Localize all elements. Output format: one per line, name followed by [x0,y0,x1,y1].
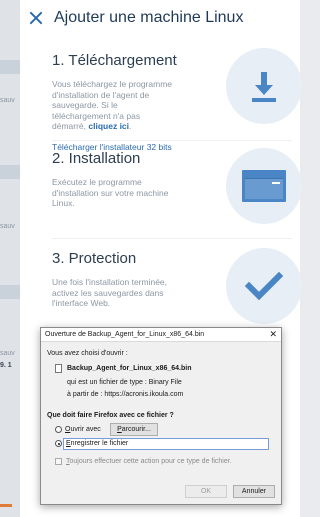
step-description: Une fois l'installation terminée, active… [52,277,168,308]
dialog-close-icon[interactable]: ✕ [269,330,277,339]
terminal-window-icon [226,148,302,224]
step-description: Vous téléchargez le programme d'installa… [52,79,174,132]
background-text-fragment: 9. 1 [0,362,12,369]
panel-header: Ajouter une machine Linux [20,0,300,36]
save-file-radio[interactable] [55,440,62,447]
step-installation: 2. Installation Exécutez le programme d'… [52,148,302,224]
dialog-filetype-row: qui est un fichier de type : Binary File [67,379,182,386]
click-here-link[interactable]: cliquez ici [88,121,129,131]
dialog-title: Ouverture de Backup_Agent_for_Linux_x86_… [45,331,205,338]
download-dialog: Ouverture de Backup_Agent_for_Linux_x86_… [40,327,282,505]
open-with-radio[interactable] [55,426,62,433]
dialog-source-row: à partir de : https://acronis.ikoula.com [67,391,183,398]
background-text-fragment: sauv [0,223,15,230]
dialog-question: Que doit faire Firefox avec ce fichier ? [47,412,174,419]
always-do-this-label: Toujours effectuer cette action pour ce … [66,458,232,465]
step-download: 1. Téléchargement Vous téléchargez le pr… [52,48,302,152]
source-value: https://acronis.ikoula.com [104,391,184,398]
step-description-end: . [129,121,132,131]
always-do-this-checkbox[interactable] [55,458,62,465]
browse-button[interactable]: Parcourir... [110,423,158,436]
checkmark-icon [226,248,302,324]
filetype-value: Binary File [148,379,182,386]
filetype-label: qui est un fichier de type : [67,379,147,386]
ok-button[interactable]: OK [185,485,227,498]
source-label: à partir de : [67,391,103,398]
step-protection: 3. Protection Une fois l'installation te… [52,248,302,324]
cancel-button[interactable]: Annuler [233,485,275,498]
divider [52,238,292,239]
dialog-titlebar: Ouverture de Backup_Agent_for_Linux_x86_… [41,328,281,342]
background-text-fragment: sauv [0,97,15,104]
download-icon [226,48,302,124]
close-icon[interactable] [28,10,44,26]
background-text-fragment: sauv [0,350,15,357]
open-with-label: Ouvrir avec [65,426,101,433]
step-description: Exécutez le programme d'installation sur… [52,177,169,208]
divider [52,140,292,141]
browse-button-label: Parcourir... [117,426,151,433]
file-icon [55,364,62,373]
dialog-filename: Backup_Agent_for_Linux_x86_64.bin [67,365,192,372]
dialog-intro: Vous avez choisi d'ouvrir : [47,350,128,357]
panel-title: Ajouter une machine Linux [54,9,244,26]
save-file-label: Enregistrer le fichier [66,440,129,447]
background-accent-bar [0,504,12,507]
